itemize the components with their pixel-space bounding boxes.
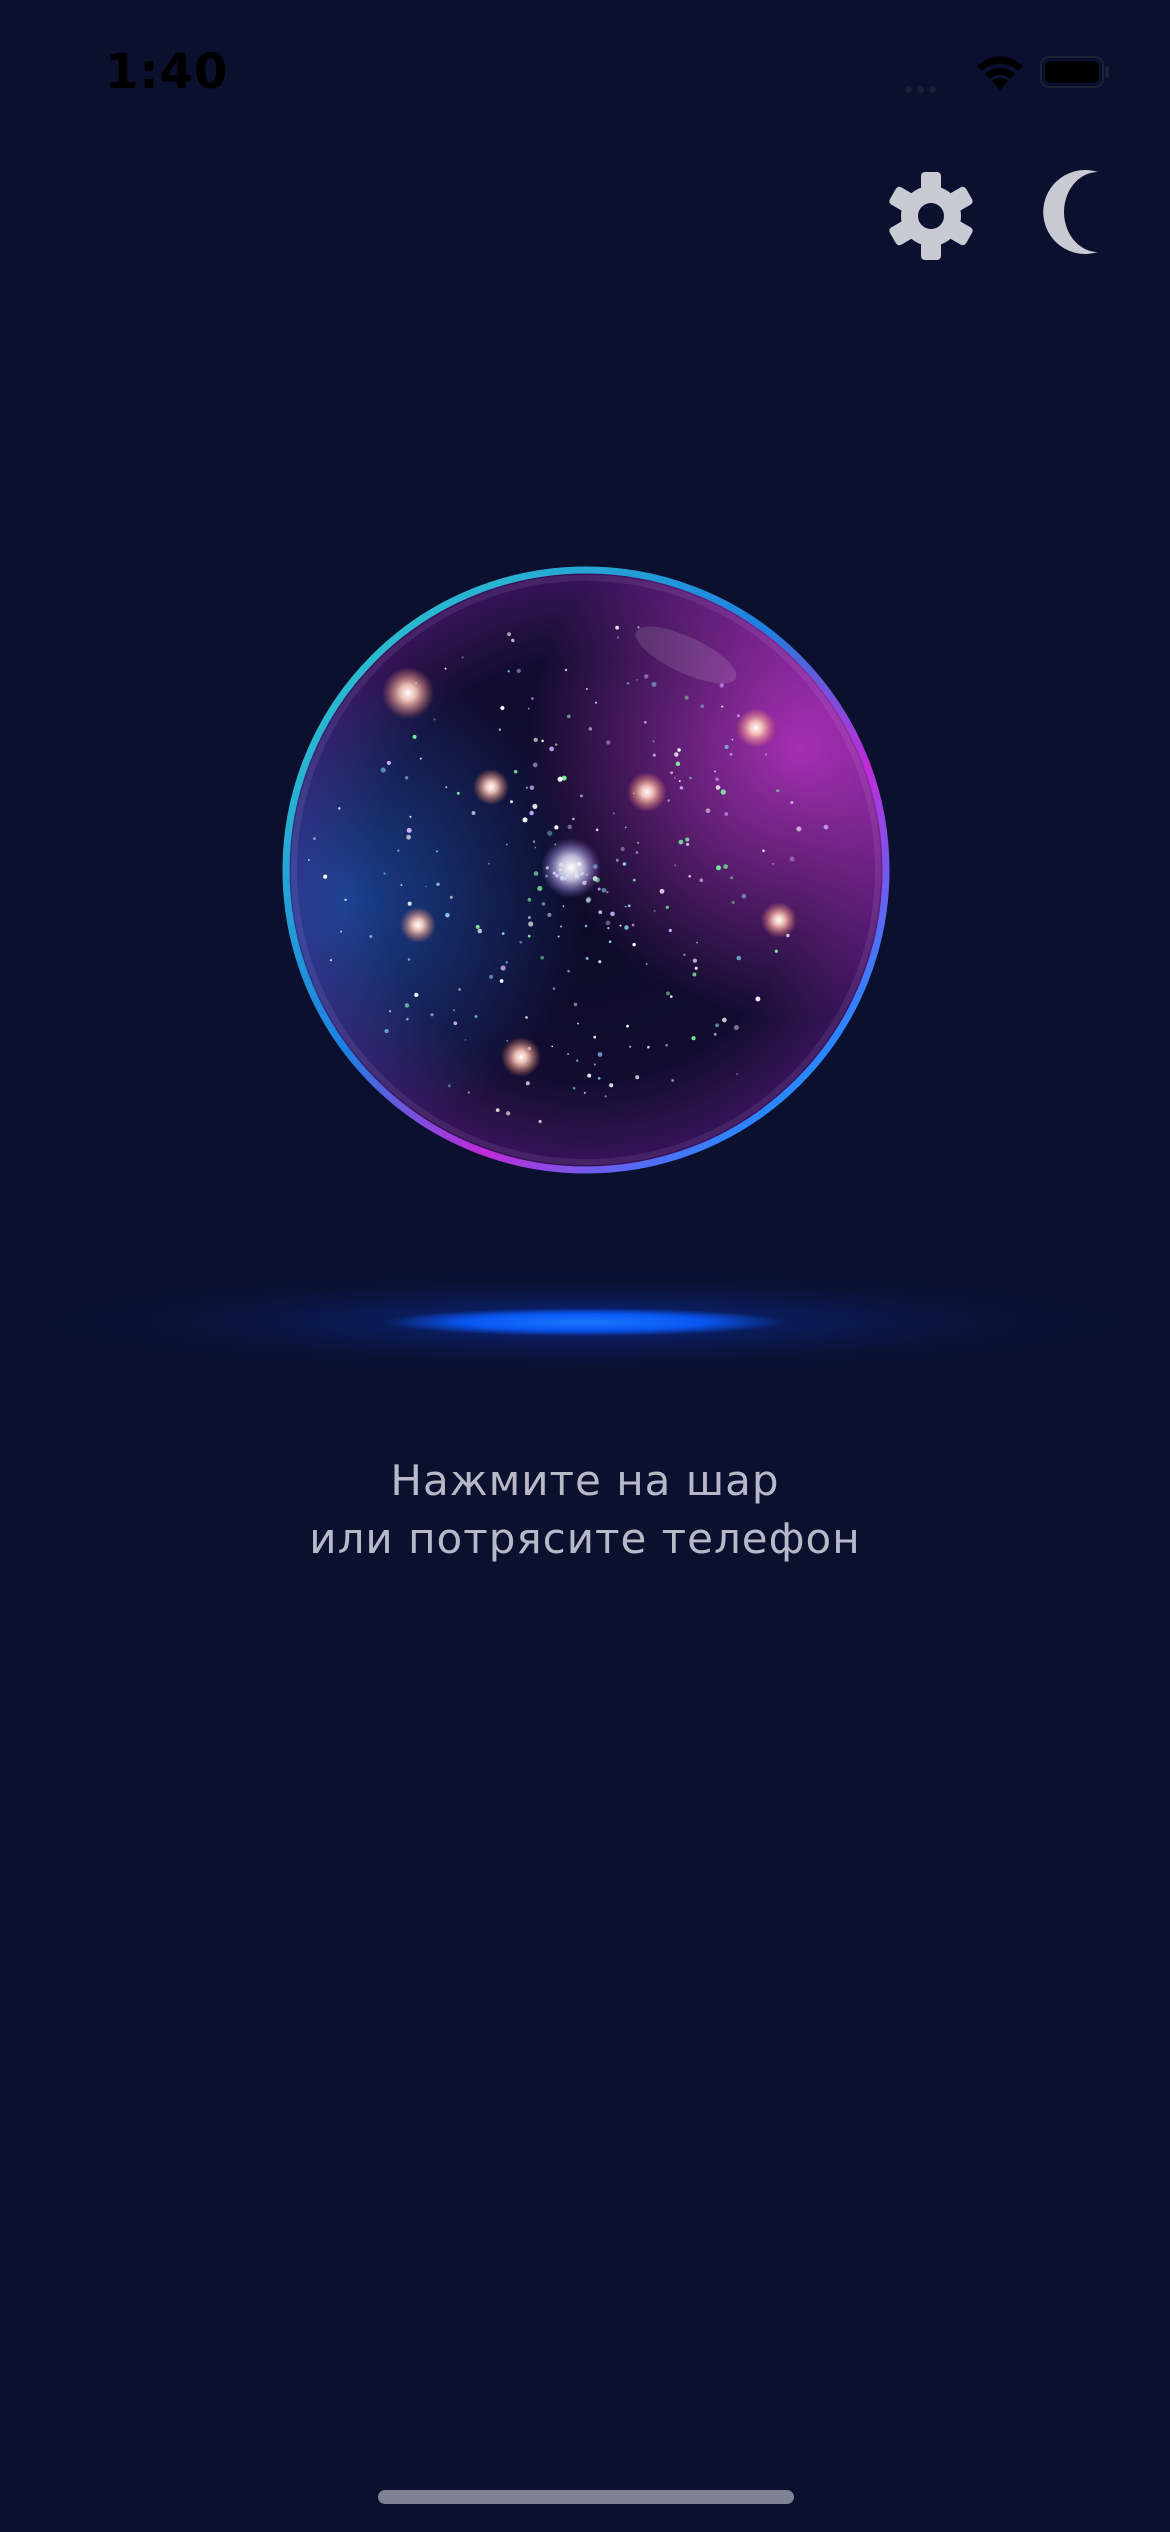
- orb-glow: [0, 1262, 1170, 1382]
- night-mode-button[interactable]: [1040, 168, 1110, 256]
- settings-button[interactable]: [885, 170, 977, 262]
- instruction-line-1: Нажмите на шар: [390, 1456, 780, 1505]
- app-screen: 1:40 Нажмите на шар или потрясите телефо…: [0, 0, 1170, 2532]
- crystal-ball[interactable]: [276, 560, 896, 1180]
- status-time: 1:40: [105, 44, 229, 100]
- instruction-line-2: или потрясите телефон: [309, 1514, 861, 1563]
- shake-instruction: Нажмите на шар или потрясите телефон: [0, 1452, 1170, 1568]
- moon-icon: [1043, 170, 1098, 254]
- gear-icon: [889, 172, 973, 260]
- home-indicator[interactable]: [378, 2490, 794, 2504]
- cellular-signal-icon: [905, 78, 955, 93]
- wifi-icon: [972, 52, 1028, 92]
- battery-icon: [1040, 56, 1110, 88]
